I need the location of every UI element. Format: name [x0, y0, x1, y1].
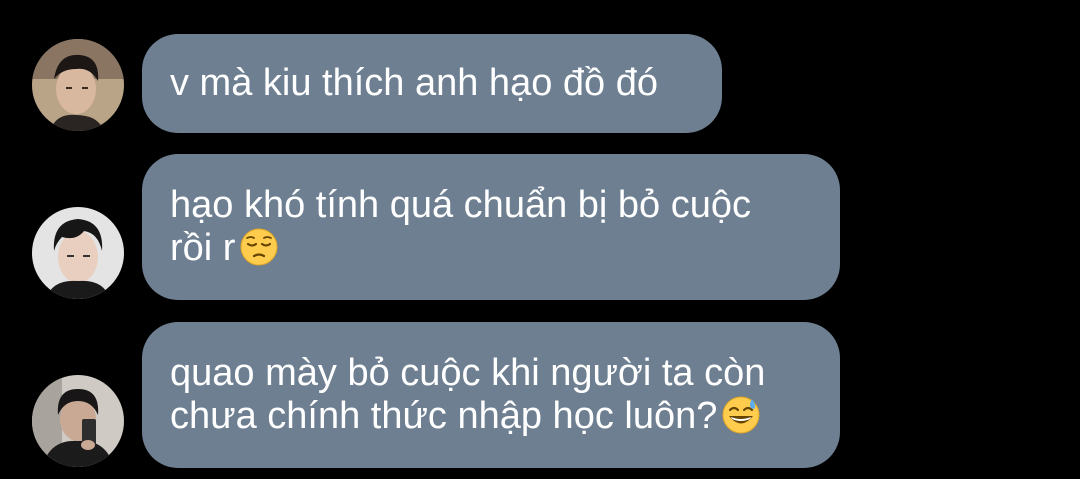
message-text: v mà kiu thích anh hạo đồ đó [170, 62, 658, 104]
chat-thread: v mà kiu thích anh hạo đồ đó hạo khó tín… [0, 0, 1080, 479]
message-text-line: quao mày bỏ cuộc khi người ta còn [170, 352, 766, 394]
message-bubble[interactable]: hạo khó tính quá chuẩn bị bỏ cuộc rồi r [142, 154, 840, 300]
message-text-line: chưa chính thức nhập học luôn? [170, 395, 812, 438]
message-text-line: hạo khó tính quá chuẩn bị bỏ cuộc [170, 184, 752, 226]
message-text-line: rồi r [170, 227, 812, 270]
message-bubble[interactable]: v mà kiu thích anh hạo đồ đó [142, 34, 722, 133]
pensive-face-emoji-icon [239, 227, 279, 267]
sender-avatar[interactable] [32, 39, 124, 131]
user-avatar-1-icon [32, 39, 124, 131]
message-bubble[interactable]: quao mày bỏ cuộc khi người ta còn chưa c… [142, 322, 840, 468]
user-avatar-3-icon [32, 375, 124, 467]
sender-avatar[interactable] [32, 207, 124, 299]
sender-avatar[interactable] [32, 375, 124, 467]
user-avatar-2-icon [32, 207, 124, 299]
grinning-sweat-emoji-icon [721, 395, 761, 435]
